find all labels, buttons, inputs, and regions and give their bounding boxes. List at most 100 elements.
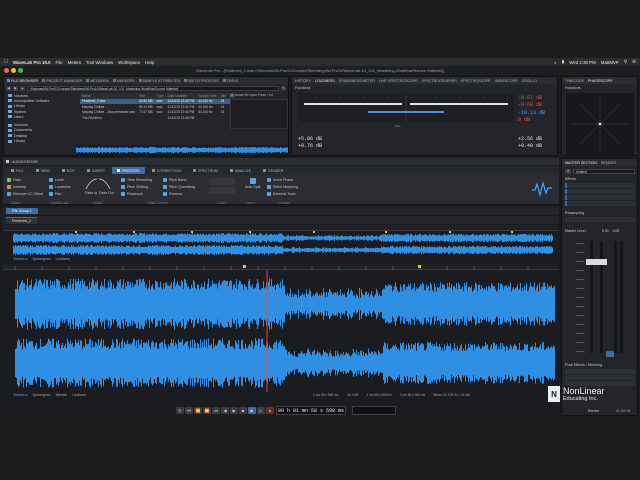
tab-insert[interactable]: INSERT	[82, 167, 110, 174]
tab-markers[interactable]: MARKERS	[112, 79, 135, 83]
tab-sample-attributes[interactable]: SAMPLE ATTRIBUTES	[138, 79, 180, 83]
effect-morphing-button[interactable]: Effect Morphing	[267, 185, 298, 189]
reverse-button[interactable]: Reverse	[163, 192, 182, 196]
power-icon[interactable]: ⏻	[565, 168, 571, 174]
tab-correction[interactable]: CORRECTION	[147, 167, 186, 174]
play-icon[interactable]: ▶	[248, 407, 256, 414]
envelope-button[interactable]: Develop	[7, 185, 26, 189]
overview-tab-waveform[interactable]: Waveform	[13, 257, 27, 261]
file-row[interactable]: The Richelieu 11/12/19 12:38 PM	[80, 115, 236, 121]
play-from-start-icon[interactable]: ▷	[257, 407, 265, 414]
secondary-display[interactable]	[352, 406, 396, 415]
apple-icon[interactable]: 	[4, 59, 8, 65]
tab-timecode[interactable]: TIMECODE	[565, 79, 584, 83]
pitch-shifting-button[interactable]: Pitch Shifting	[121, 185, 148, 189]
status-zoom[interactable]: 1 mn 58 s 598 ms	[366, 393, 391, 397]
tab-edit[interactable]: EDIT	[57, 167, 80, 174]
menu-tool-windows[interactable]: Tool Windows	[86, 60, 113, 65]
tab-process[interactable]: PROCESS	[112, 167, 145, 174]
forward-arrow-icon[interactable]: ▶	[13, 85, 18, 91]
timecode-display[interactable]: 00 h 01 mn 58 s 598 ms	[276, 406, 346, 415]
tab-metadata[interactable]: METADATA	[86, 79, 109, 83]
record-icon[interactable]: ●	[266, 407, 274, 414]
file-row[interactable]: Flustered_2.wav 60.56 MB wav 11/12/19 12:42…	[80, 98, 237, 104]
next-marker-icon[interactable]: ▶	[230, 407, 238, 414]
status-level[interactable]: -36.4 dB	[346, 393, 358, 397]
search-icon[interactable]: ⚲	[624, 59, 627, 65]
status-sample-rate[interactable]: Stereo 44 100 Hz / 24 bits	[433, 393, 470, 397]
tab-wavescope[interactable]: WAVESCOPE	[495, 79, 518, 83]
start-icon[interactable]: ⏮	[185, 407, 193, 414]
external-tools-button[interactable]: External Tools	[267, 192, 296, 196]
tab-live-spectroscope[interactable]: LIVE SPECTROSCOPE	[379, 79, 418, 83]
auto-split-button[interactable]: Auto Split	[245, 178, 260, 189]
remove-dc-button[interactable]: Remove DC Offset	[7, 192, 43, 196]
fast-forward-icon[interactable]: ⏩	[203, 407, 211, 414]
invert-phase-button[interactable]: Invert Phase	[267, 178, 293, 182]
loop-icon[interactable]: ↻	[176, 407, 184, 414]
main-tab-spectrogram[interactable]: Spectrogram	[32, 393, 50, 397]
tab-project-manager[interactable]: PROJECT MANAGER	[42, 79, 82, 83]
loop-dropdown-1[interactable]	[209, 178, 235, 185]
tab-file-browser[interactable]: FILE BROWSER	[7, 79, 38, 83]
tab-phasescope[interactable]: PHASESCOPE	[588, 79, 613, 83]
loop-dropdown-2[interactable]	[209, 187, 235, 194]
clock[interactable]: Wed 2:30 PM	[569, 60, 596, 65]
file-preview-waveform[interactable]	[76, 145, 288, 155]
minimize-window-button[interactable]	[11, 68, 16, 73]
overview-waveform[interactable]	[13, 231, 553, 257]
fade-out-button[interactable]: Fade Out	[99, 191, 114, 195]
previous-marker-icon[interactable]: ◀	[221, 407, 229, 414]
link-toggle[interactable]	[606, 351, 614, 357]
battery-icon[interactable]: ▮	[562, 59, 564, 65]
fade-curves-icon[interactable]	[85, 178, 111, 190]
tab-loudness[interactable]: LOUDNESS	[315, 79, 335, 83]
main-tab-wavelet[interactable]: Wavelet	[56, 393, 67, 397]
effect-slot[interactable]	[565, 183, 635, 188]
level-value-right[interactable]: 0.00	[613, 229, 620, 233]
menu-help[interactable]: Help	[145, 60, 154, 65]
level-value-left[interactable]: 0.00	[602, 229, 609, 233]
file-row[interactable]: Mayday Chillwe ...Bus premaster.wav 77.67…	[80, 110, 236, 116]
status-cursor[interactable]: 1 mn 58 s 598 ms	[313, 393, 338, 397]
resampling-slot[interactable]	[565, 217, 635, 222]
tab-master-section[interactable]: MASTER SECTION	[565, 161, 597, 165]
resample-button[interactable]: Resample	[121, 192, 143, 196]
main-waveform[interactable]	[3, 264, 559, 404]
main-tab-waveform[interactable]: Waveform	[13, 393, 27, 397]
file-group-tab[interactable]: File Group 1	[6, 208, 38, 214]
tab-spectrum[interactable]: SPECTRUM	[188, 167, 223, 174]
back-arrow-icon[interactable]: ◀	[6, 85, 11, 91]
time-stretching-button[interactable]: Time Stretching	[121, 178, 152, 182]
functions-menu[interactable]: Functions	[295, 86, 311, 90]
column-header[interactable]: Sample Rate	[196, 93, 219, 99]
dither-slot-1[interactable]	[565, 369, 635, 374]
tab-batch-process[interactable]: BATCH PROCESS	[184, 79, 219, 83]
zoom-window-button[interactable]	[18, 68, 23, 73]
render-button[interactable]: Render	[588, 409, 599, 413]
menu-meters[interactable]: Meters	[68, 60, 81, 65]
preset-select[interactable]: Untitled	[573, 168, 635, 174]
overview-tab-loudness[interactable]: Loudness	[56, 257, 70, 261]
main-tab-loudness[interactable]: Loudness	[72, 393, 86, 397]
effect-slot[interactable]	[565, 195, 635, 200]
dither-slot-2[interactable]	[565, 375, 635, 380]
effect-slot[interactable]	[565, 189, 635, 194]
app-menu[interactable]: WaveLab Pro 10.0	[13, 60, 50, 65]
tab-render[interactable]: RENDER	[258, 167, 288, 174]
status-length[interactable]: 2 mn 55 s 360 ms	[400, 393, 425, 397]
close-window-button[interactable]	[4, 68, 9, 73]
overview-tab-spectrogram[interactable]: Spectrogram	[32, 257, 50, 261]
tab-history[interactable]: HISTORY	[295, 79, 311, 83]
master-faders[interactable]	[568, 237, 634, 357]
tab-file[interactable]: FILE	[6, 167, 29, 174]
tab-spectrographer[interactable]: SPECTROGRAPHER	[422, 79, 457, 83]
file-tab[interactable]: Flustered_2	[6, 216, 37, 224]
list-icon[interactable]: ☰	[632, 59, 636, 65]
rewind-icon[interactable]: ⏪	[194, 407, 202, 414]
tab-spectroscope[interactable]: SPECTROSCOPE	[461, 79, 491, 83]
phasescope-functions-menu[interactable]: Functions	[565, 86, 581, 90]
path-input[interactable]: /Volumes/WLPro/C/Courses/Steinberg/WLPro…	[27, 85, 279, 91]
normalize-pan-button[interactable]: Pan	[49, 192, 61, 196]
gain-button[interactable]: Gain	[7, 178, 21, 182]
